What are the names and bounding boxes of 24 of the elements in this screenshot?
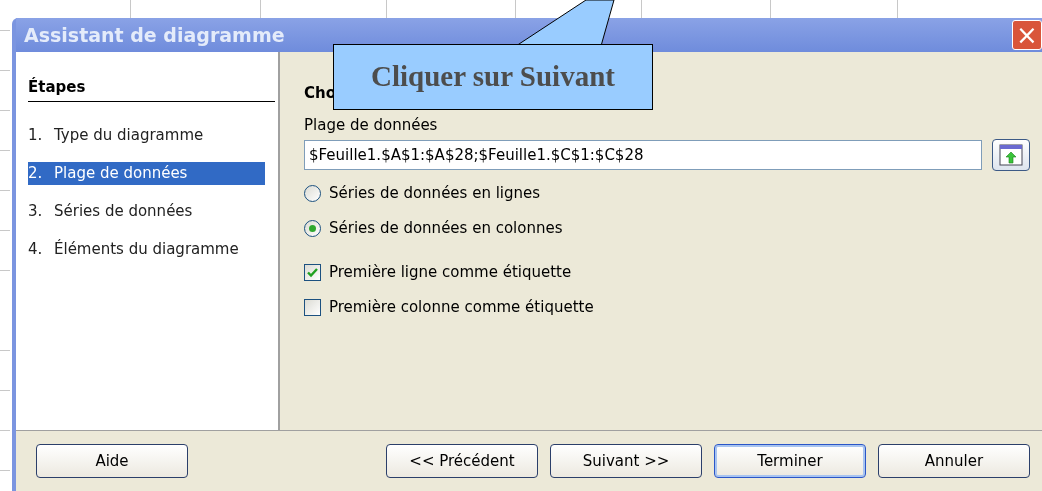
- step-item[interactable]: 3. Séries de données: [28, 199, 265, 223]
- checkbox[interactable]: [304, 298, 321, 316]
- range-field[interactable]: $Feuille1.$A$1:$A$28;$Feuille1.$C$1:$C$28: [304, 139, 982, 170]
- radio-button[interactable]: [304, 184, 321, 202]
- checkbox[interactable]: [304, 263, 321, 281]
- radio-label: Séries de données en lignes: [329, 182, 541, 204]
- collapse-dialog-icon: [999, 143, 1023, 166]
- step-item[interactable]: 2. Plage de données: [28, 161, 265, 185]
- dialog-button[interactable]: Terminer: [714, 444, 866, 478]
- dialog-button[interactable]: Annuler: [878, 444, 1030, 478]
- shrink-button[interactable]: [992, 138, 1030, 171]
- radio-button[interactable]: [304, 219, 321, 237]
- close-button[interactable]: ×: [1012, 20, 1042, 50]
- dialog-button[interactable]: Suivant >>: [550, 444, 702, 478]
- checkbox-label: Première ligne comme étiquette: [329, 261, 572, 283]
- radio-label: Séries de données en colonnes: [329, 217, 563, 239]
- dialog-button[interactable]: Aide: [36, 444, 188, 478]
- step-item[interactable]: 1. Type du diagramme: [28, 123, 265, 147]
- window-title: Assistant de diagramme: [24, 22, 285, 48]
- steps-heading: Étapes: [28, 76, 275, 102]
- dialog-button[interactable]: << Précédent: [386, 444, 538, 478]
- checkbox-label: Première colonne comme étiquette: [329, 296, 594, 318]
- field-label: Plage de données: [304, 115, 438, 136]
- step-item[interactable]: 4. Éléments du diagramme: [28, 237, 265, 261]
